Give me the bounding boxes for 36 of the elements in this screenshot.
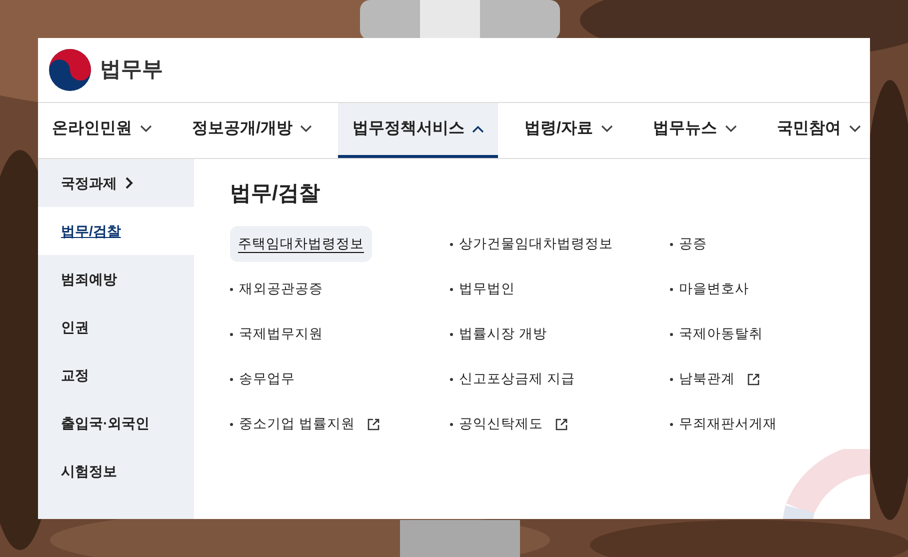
nav-tab[interactable]: 온라인민원 — [38, 103, 166, 158]
menu-link[interactable]: 상가건물임대차법령정보 — [450, 226, 670, 262]
logo-icon — [48, 48, 92, 92]
chevron-icon — [140, 125, 152, 133]
menu-link[interactable]: 국제법무지원 — [230, 316, 450, 352]
sidebar-item[interactable]: 인권 — [38, 303, 194, 351]
menu-link[interactable]: 법무법인 — [450, 271, 670, 308]
chevron-icon — [472, 125, 484, 133]
sidebar-item[interactable]: 시험정보 — [38, 447, 194, 495]
menu-link[interactable]: 공증 — [670, 226, 870, 262]
section-title: 법무/검찰 — [230, 181, 321, 206]
nav-tab[interactable]: 법무정책서비스 — [338, 103, 498, 158]
sidebar-item[interactable]: 범죄예방 — [38, 255, 194, 303]
menu-link[interactable]: 공익신탁제도 — [450, 406, 670, 442]
chevron-icon — [724, 125, 737, 133]
menu-link[interactable]: 남북관계 — [670, 361, 870, 398]
chevron-icon — [848, 125, 861, 133]
menu-link[interactable]: 주택임대차법령정보 — [230, 226, 372, 262]
sidebar-item[interactable]: 출입국·외국인 — [38, 399, 194, 447]
menu-link[interactable]: 신고포상금제 지급 — [450, 361, 670, 398]
chevron-icon — [600, 125, 613, 133]
nav-tab[interactable]: 국민참여 — [762, 103, 870, 158]
menu-link[interactable]: 중소기업 법률지원 — [230, 406, 450, 442]
menu-link[interactable]: 재외공관공증 — [230, 271, 450, 308]
sidebar-item[interactable]: 국정과제 — [38, 159, 194, 207]
menu-link[interactable]: 송무업무 — [230, 361, 450, 398]
menu-link[interactable]: 무죄재판서게재 — [670, 406, 870, 442]
nav-tab[interactable]: 법령/자료 — [510, 103, 627, 158]
nav-tab[interactable]: 정보공개/개방 — [178, 103, 326, 158]
menu-link[interactable]: 법률시장 개방 — [450, 316, 670, 352]
menu-link[interactable]: 마을변호사 — [670, 271, 870, 308]
sidebar-item[interactable]: 교정 — [38, 351, 194, 399]
nav-tab[interactable]: 법무뉴스 — [638, 103, 751, 158]
menu-link[interactable]: 국제아동탈취 — [670, 316, 870, 352]
chevron-icon — [300, 125, 312, 133]
site-name[interactable]: 법무부 — [100, 54, 163, 86]
